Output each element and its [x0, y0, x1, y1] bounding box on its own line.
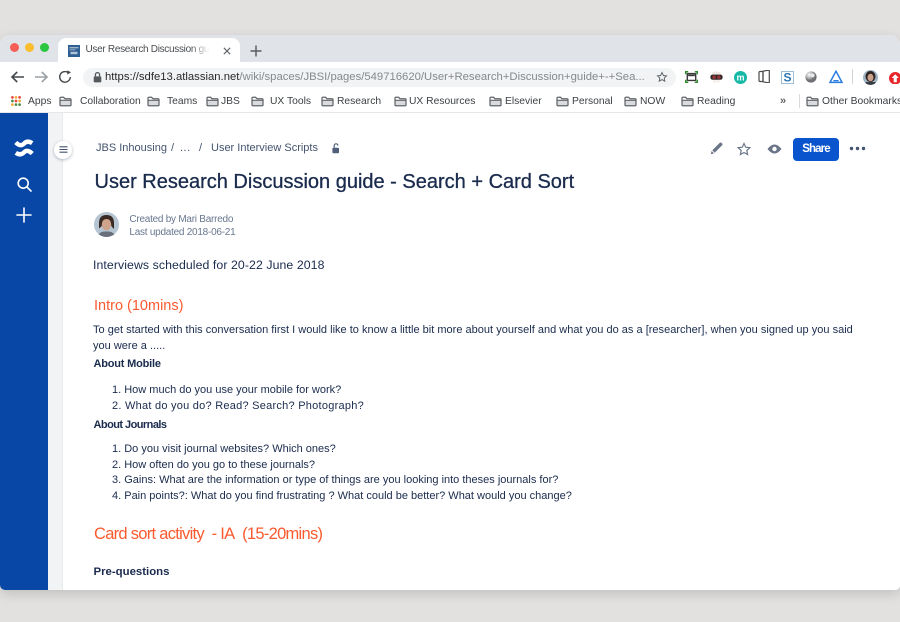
svg-text:S: S — [783, 71, 791, 84]
svg-text:m: m — [736, 72, 744, 82]
